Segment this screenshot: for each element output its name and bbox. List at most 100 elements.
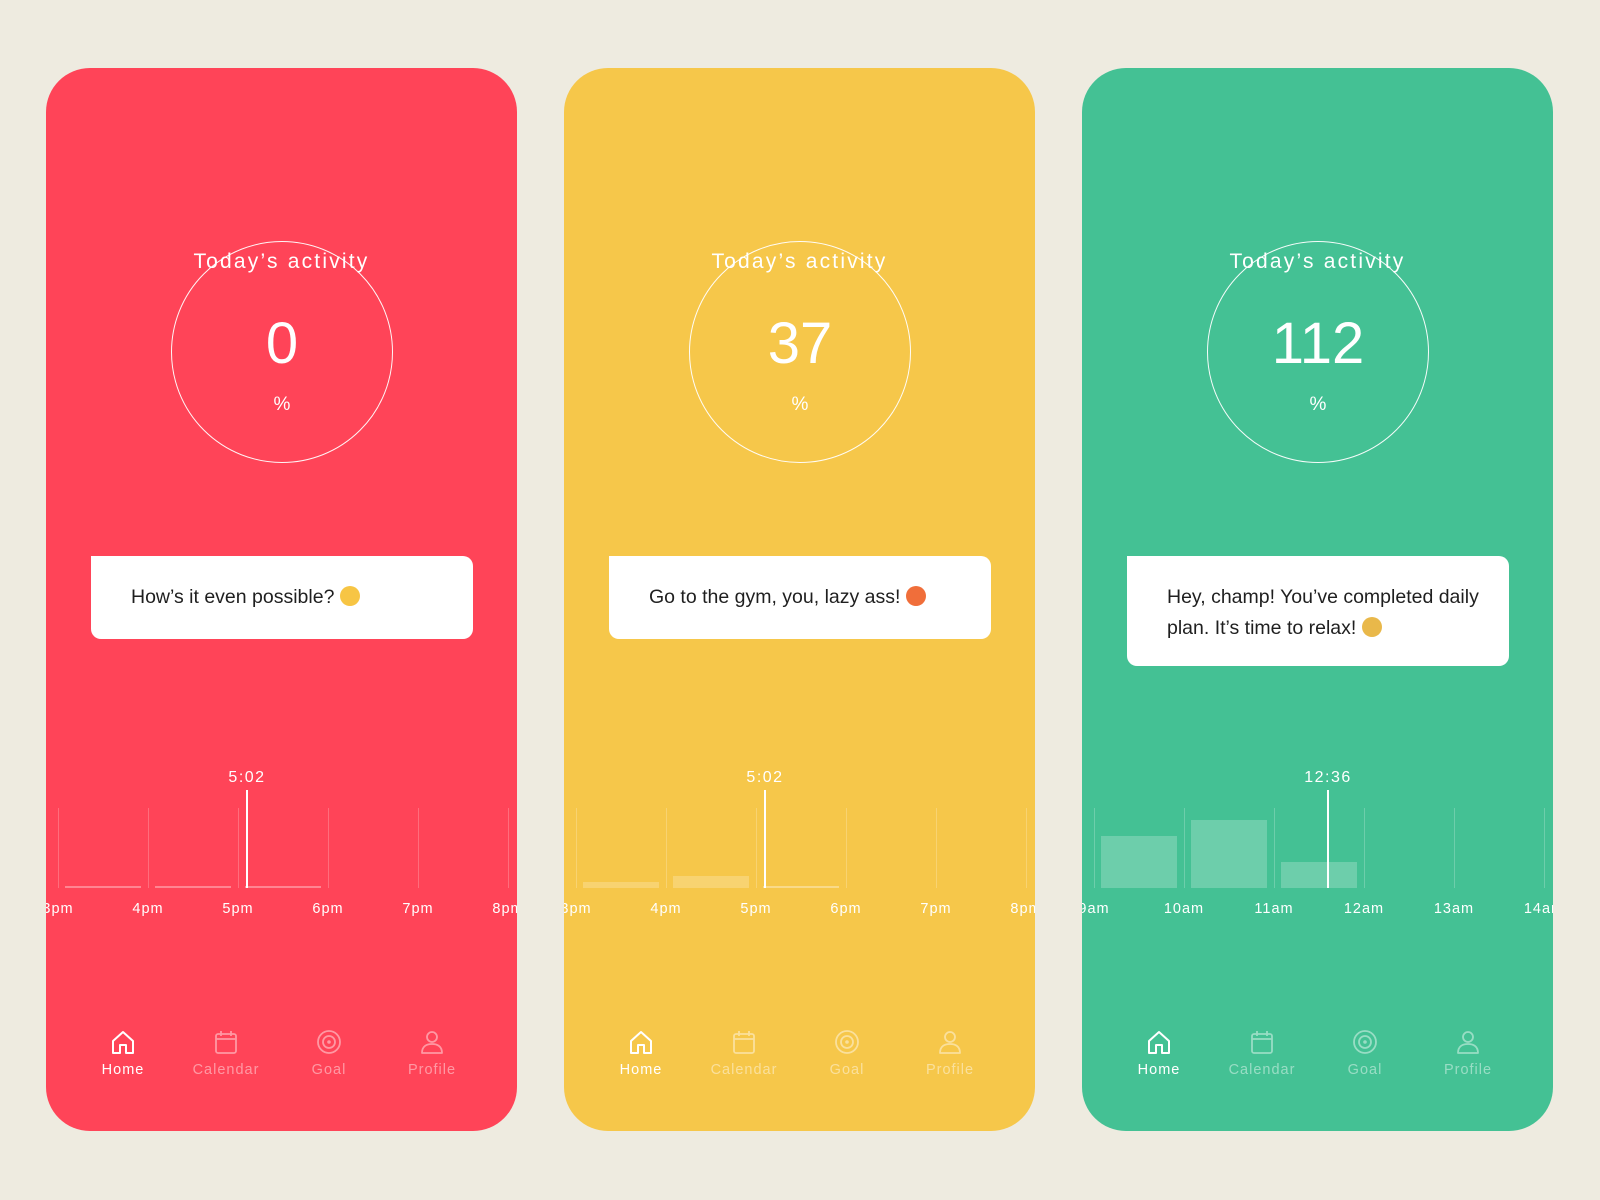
nav-home[interactable]: Home — [1109, 1028, 1209, 1078]
message-text: How’s it even possible? — [131, 586, 335, 608]
time-tick-label: 12am — [1343, 901, 1385, 917]
calendar-icon — [733, 1031, 755, 1054]
activity-bar — [155, 886, 231, 888]
nav-home-label: Home — [619, 1062, 663, 1078]
time-tick-label: 14am — [1523, 901, 1553, 917]
nav-profile-label: Profile — [407, 1062, 457, 1078]
grid-line — [238, 808, 239, 888]
peach-icon — [906, 586, 927, 606]
activity-bar — [673, 876, 749, 888]
activity-bar — [65, 886, 141, 888]
nav-calendar[interactable]: Calendar — [694, 1028, 794, 1078]
activity-percent-value: 37 — [767, 311, 833, 376]
current-time-cursor[interactable] — [246, 790, 248, 888]
message-text: Go to the gym, you, lazy ass! — [649, 586, 901, 608]
time-tick-label: 4pm — [650, 901, 682, 917]
grid-line — [576, 808, 577, 888]
grid-line — [1094, 808, 1095, 888]
activity-ring: 112 % — [1207, 241, 1429, 463]
activity-percent-unit: % — [273, 394, 291, 415]
thinking-face-icon — [340, 586, 361, 606]
nav-goal-label: Goal — [1347, 1062, 1383, 1078]
activity-bar — [1281, 861, 1357, 888]
target-icon — [835, 1030, 859, 1054]
nav-calendar-label: Calendar — [710, 1062, 778, 1078]
bottom-nav: Home Calendar Goal Profile — [46, 1028, 517, 1108]
grid-line — [328, 808, 329, 888]
grid-line — [1364, 808, 1365, 888]
profile-icon — [421, 1031, 443, 1054]
time-tick-label: 8pm — [1010, 901, 1035, 917]
message-bubble: Go to the gym, you, lazy ass! — [609, 556, 991, 639]
grid-line — [756, 808, 757, 888]
time-tick-label: 4pm — [132, 901, 164, 917]
current-time-cursor[interactable] — [1327, 790, 1329, 888]
nav-home[interactable]: Home — [73, 1028, 173, 1078]
nav-home[interactable]: Home — [591, 1028, 691, 1078]
current-time-label: 5:02 — [228, 769, 266, 786]
activity-timeline-chart[interactable]: 9am 10am 11am 12am 13am 14am — [1082, 788, 1553, 948]
activity-timeline-chart[interactable]: 3pm 4pm 5pm 6pm 7pm 8pm — [46, 788, 517, 948]
time-tick-label: 10am — [1163, 901, 1205, 917]
nav-home-label: Home — [1137, 1062, 1181, 1078]
nav-profile[interactable]: Profile — [1418, 1028, 1518, 1078]
message-bubble: Hey, champ! You’ve completed daily plan.… — [1127, 556, 1509, 666]
activity-percent-value: 112 — [1271, 311, 1365, 376]
bottom-nav: Home Calendar Goal Profile — [564, 1028, 1035, 1108]
home-icon — [1148, 1031, 1170, 1054]
activity-card-green: Today’s activity 112 % Hey, champ! You’v… — [1082, 68, 1553, 1131]
time-tick-label: 6pm — [830, 901, 862, 917]
activity-bar — [1101, 836, 1177, 888]
grid-line — [418, 808, 419, 888]
grid-line — [1274, 808, 1275, 888]
nav-profile-label: Profile — [1443, 1062, 1493, 1078]
bottom-nav: Home Calendar Goal Profile — [1082, 1028, 1553, 1108]
nav-home-label: Home — [101, 1062, 145, 1078]
profile-icon — [1457, 1031, 1479, 1054]
activity-percent-value: 0 — [265, 311, 299, 376]
target-icon — [317, 1030, 341, 1054]
time-tick-label: 5pm — [222, 901, 254, 917]
nav-calendar-label: Calendar — [1228, 1062, 1296, 1078]
time-tick-label: 5pm — [740, 901, 772, 917]
activity-percent-unit: % — [791, 394, 809, 415]
nav-calendar[interactable]: Calendar — [1212, 1028, 1312, 1078]
time-tick-label: 3pm — [564, 901, 592, 917]
current-time-label: 5:02 — [746, 769, 784, 786]
grid-line — [936, 808, 937, 888]
grid-line — [58, 808, 59, 888]
activity-card-red: Today’s activity 0 % How’s it even possi… — [46, 68, 517, 1131]
profile-icon — [939, 1031, 961, 1054]
nav-goal-label: Goal — [829, 1062, 865, 1078]
time-tick-label: 7pm — [920, 901, 952, 917]
nav-goal[interactable]: Goal — [279, 1028, 379, 1078]
nav-goal[interactable]: Goal — [1315, 1028, 1415, 1078]
home-icon — [630, 1031, 652, 1054]
nav-goal[interactable]: Goal — [797, 1028, 897, 1078]
current-time-label: 12:36 — [1304, 769, 1352, 786]
time-tick-label: 3pm — [46, 901, 74, 917]
message-bubble: How’s it even possible? — [91, 556, 473, 639]
message-text: Hey, champ! You’ve completed daily plan.… — [1167, 586, 1479, 639]
nav-profile-label: Profile — [925, 1062, 975, 1078]
current-time-cursor[interactable] — [764, 790, 766, 888]
activity-percent-unit: % — [1309, 394, 1327, 415]
lotus-position-icon — [1362, 617, 1383, 637]
activity-bar — [763, 886, 839, 888]
target-icon — [1353, 1030, 1377, 1054]
calendar-icon — [1251, 1031, 1273, 1054]
nav-calendar[interactable]: Calendar — [176, 1028, 276, 1078]
time-tick-label: 6pm — [312, 901, 344, 917]
nav-profile[interactable]: Profile — [900, 1028, 1000, 1078]
grid-line — [1544, 808, 1545, 888]
activity-timeline-chart[interactable]: 3pm 4pm 5pm 6pm 7pm 8pm — [564, 788, 1035, 948]
time-tick-label: 7pm — [402, 901, 434, 917]
activity-ring: 37 % — [689, 241, 911, 463]
calendar-icon — [215, 1031, 237, 1054]
activity-ring: 0 % — [171, 241, 393, 463]
time-tick-label: 13am — [1433, 901, 1475, 917]
nav-goal-label: Goal — [311, 1062, 347, 1078]
activity-card-yellow: Today’s activity 37 % Go to the gym, you… — [564, 68, 1035, 1131]
grid-line — [1026, 808, 1027, 888]
nav-profile[interactable]: Profile — [382, 1028, 482, 1078]
